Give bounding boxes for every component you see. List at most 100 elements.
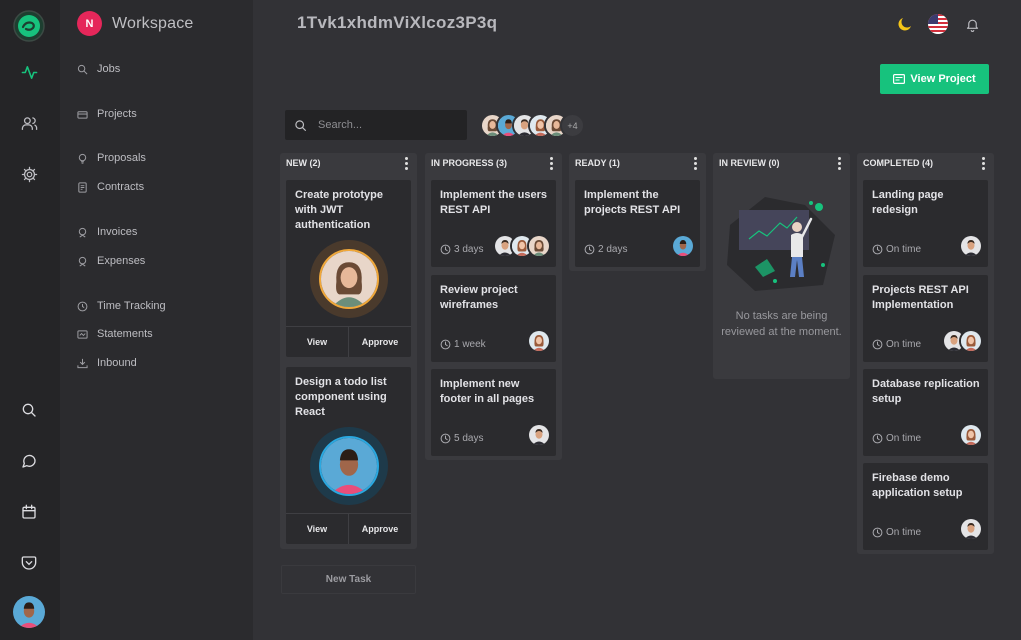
sidebar-item-label: Invoices xyxy=(97,226,138,238)
task-card[interactable]: Database replication setup On time xyxy=(863,369,988,456)
task-card[interactable]: Projects REST API Implementation On time xyxy=(863,275,988,362)
workspace-name[interactable]: Workspace xyxy=(112,15,194,33)
more-vertical-icon[interactable] xyxy=(978,156,988,170)
column-header: NEW (2) xyxy=(280,153,417,173)
sidebar-item-label: Time Tracking xyxy=(97,300,166,312)
task-title: Implement new footer in all pages xyxy=(440,378,535,405)
assignee-avatars xyxy=(959,423,983,447)
user-avatar[interactable] xyxy=(13,596,45,628)
view-project-button[interactable]: View Project xyxy=(880,64,989,94)
document-icon xyxy=(78,181,87,193)
task-card[interactable]: Implement the projects REST API 2 days xyxy=(575,180,700,267)
assignee-avatars xyxy=(942,329,983,353)
avatar[interactable] xyxy=(959,423,983,447)
task-card[interactable]: Review project wireframes 1 week xyxy=(431,275,556,362)
clock-icon xyxy=(440,339,451,350)
assignee-avatars xyxy=(671,234,695,258)
view-button[interactable]: View xyxy=(286,327,348,357)
avatar[interactable] xyxy=(527,234,551,258)
approve-button[interactable]: Approve xyxy=(348,514,411,544)
proposal-icon xyxy=(78,153,87,164)
avatar[interactable] xyxy=(959,234,983,258)
users-icon[interactable] xyxy=(18,112,40,134)
task-card[interactable]: Implement the users REST API 3 days xyxy=(431,180,556,267)
column-header: COMPLETED (4) xyxy=(857,153,994,173)
sidebar xyxy=(60,0,253,640)
settings-icon[interactable] xyxy=(18,163,40,185)
task-title: Implement the users REST API xyxy=(440,189,547,216)
task-card[interactable]: Design a todo list component using React… xyxy=(286,367,411,544)
sidebar-item-label: Expenses xyxy=(97,255,146,267)
more-vertical-icon[interactable] xyxy=(834,156,844,170)
column-header: READY (1) xyxy=(569,153,706,173)
duration-text: 5 days xyxy=(454,433,484,444)
assignee-avatar xyxy=(310,240,388,318)
task-card[interactable]: Landing page redesign On time xyxy=(863,180,988,267)
task-card[interactable]: Implement new footer in all pages 5 days xyxy=(431,369,556,456)
search-icon[interactable] xyxy=(18,399,40,421)
icon-rail xyxy=(0,0,60,640)
folder-icon xyxy=(77,110,88,119)
sidebar-item-statements[interactable]: Statements xyxy=(77,326,153,342)
clock-icon xyxy=(440,433,451,444)
avatar[interactable] xyxy=(671,234,695,258)
workspace-badge[interactable]: N xyxy=(77,11,102,36)
clock-icon xyxy=(872,527,883,538)
search-input[interactable] xyxy=(318,119,458,131)
task-duration: On time xyxy=(872,433,921,444)
sidebar-item-label: Jobs xyxy=(97,63,121,75)
avatar[interactable] xyxy=(527,329,551,353)
clock-icon xyxy=(872,339,883,350)
column-title: NEW (2) xyxy=(286,158,321,168)
task-title: Design a todo list component using React xyxy=(295,376,387,418)
avatar[interactable] xyxy=(959,517,983,541)
moon-icon[interactable] xyxy=(894,13,916,35)
more-vertical-icon[interactable] xyxy=(690,156,700,170)
card-actions: View Approve xyxy=(286,326,411,357)
column-in-review: IN REVIEW (0) No tasks are being reviewe… xyxy=(713,153,850,379)
assignee-avatars xyxy=(959,234,983,258)
more-vertical-icon[interactable] xyxy=(546,156,556,170)
pocket-icon[interactable] xyxy=(18,552,40,574)
us-flag-icon[interactable] xyxy=(927,13,949,35)
sidebar-item-projects[interactable]: Projects xyxy=(77,106,137,122)
view-project-label: View Project xyxy=(910,73,976,85)
column-title: COMPLETED (4) xyxy=(863,158,934,168)
more-members-badge[interactable]: +4 xyxy=(560,113,585,138)
search-box xyxy=(285,110,467,140)
download-icon xyxy=(77,358,88,368)
task-card[interactable]: Create prototype with JWT authentication… xyxy=(286,180,411,357)
sidebar-item-invoices[interactable]: Invoices xyxy=(77,224,137,240)
more-vertical-icon[interactable] xyxy=(401,156,411,170)
activity-icon[interactable] xyxy=(18,61,40,83)
new-task-button[interactable]: New Task xyxy=(281,565,416,594)
sidebar-item-expenses[interactable]: Expenses xyxy=(77,253,145,269)
sidebar-item-label: Statements xyxy=(97,328,153,340)
column-header: IN REVIEW (0) xyxy=(713,153,850,173)
logo-icon[interactable] xyxy=(13,10,45,42)
view-button[interactable]: View xyxy=(286,514,348,544)
clock-icon xyxy=(440,244,451,255)
calendar-icon[interactable] xyxy=(18,501,40,523)
avatar[interactable] xyxy=(527,423,551,447)
avatar[interactable] xyxy=(959,329,983,353)
app-window: N Workspace Jobs Projects Proposals Cont… xyxy=(0,0,1021,640)
project-title: 1Tvk1xhdmViXlcoz3P3q xyxy=(297,13,498,32)
sidebar-item-inbound[interactable]: Inbound xyxy=(77,355,137,371)
sidebar-item-time-tracking[interactable]: Time Tracking xyxy=(77,298,166,314)
bell-icon[interactable] xyxy=(961,13,983,35)
sidebar-item-proposals[interactable]: Proposals xyxy=(77,150,146,166)
task-duration: On time xyxy=(872,244,921,255)
column-title: IN REVIEW (0) xyxy=(719,158,780,168)
column-title: READY (1) xyxy=(575,158,620,168)
assignee-avatars xyxy=(959,517,983,541)
invoice-icon xyxy=(78,227,87,238)
task-card[interactable]: Firebase demo application setup On time xyxy=(863,463,988,550)
sidebar-item-contracts[interactable]: Contracts xyxy=(77,179,144,195)
chat-icon[interactable] xyxy=(18,450,40,472)
duration-text: On time xyxy=(886,339,922,350)
card-icon xyxy=(893,74,906,84)
approve-button[interactable]: Approve xyxy=(348,327,411,357)
sidebar-item-jobs[interactable]: Jobs xyxy=(77,61,120,77)
duration-text: On time xyxy=(886,527,922,538)
